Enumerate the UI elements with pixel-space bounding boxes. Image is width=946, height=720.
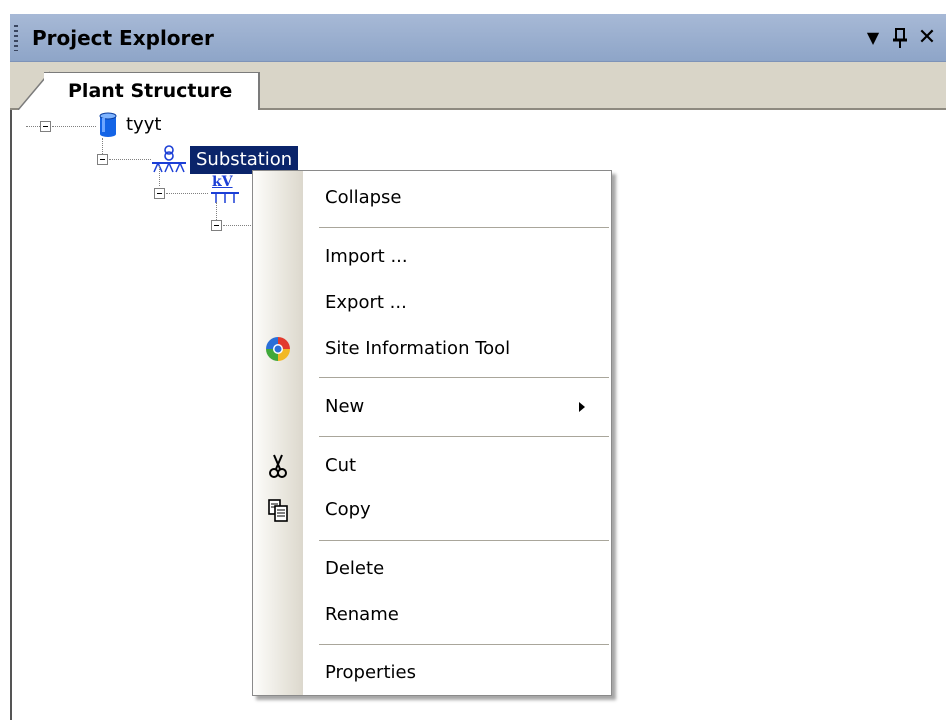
- database-icon: [99, 112, 117, 137]
- menu-item-export[interactable]: Export ...: [253, 282, 611, 324]
- copy-icon: [268, 499, 288, 522]
- submenu-arrow-icon: [579, 402, 585, 412]
- tree-node-root[interactable]: tyyt: [126, 114, 161, 135]
- tree-connector: [52, 126, 96, 127]
- menu-item-delete[interactable]: Delete: [253, 548, 611, 590]
- tree-connector: [109, 159, 151, 160]
- menu-item-collapse[interactable]: Collapse: [253, 177, 611, 219]
- tab-plant-structure[interactable]: Plant Structure: [44, 72, 260, 110]
- panel-title-bar: Project Explorer ▼ ✕: [10, 14, 946, 62]
- substation-icon: [152, 145, 186, 173]
- menu-item-site-information-tool[interactable]: Site Information Tool: [253, 328, 611, 370]
- substation-collapse-toggle[interactable]: [97, 154, 108, 165]
- menu-separator: [319, 540, 609, 541]
- window-position-dropdown-icon[interactable]: ▼: [860, 24, 886, 52]
- voltage-level-icon: kV: [210, 174, 240, 206]
- root-collapse-toggle[interactable]: [40, 121, 51, 132]
- menu-item-new[interactable]: New: [253, 386, 611, 428]
- menu-item-label: Delete: [325, 558, 385, 579]
- scissors-icon: [269, 454, 287, 478]
- tree-connector: [166, 193, 208, 194]
- tree-connector: [102, 138, 103, 154]
- voltage-level-label: kV: [212, 174, 233, 190]
- menu-separator: [319, 436, 609, 437]
- menu-item-label: Collapse: [325, 187, 402, 208]
- menu-item-rename[interactable]: Rename: [253, 594, 611, 636]
- close-icon[interactable]: ✕: [914, 24, 940, 52]
- menu-separator: [319, 644, 609, 645]
- menu-item-label: Properties: [325, 662, 416, 683]
- menu-item-label: Copy: [325, 499, 371, 520]
- tab-strip: Plant Structure: [10, 62, 946, 110]
- menu-item-label: Cut: [325, 455, 357, 476]
- panel-title: Project Explorer: [32, 26, 214, 50]
- menu-item-label: Import ...: [325, 246, 408, 267]
- site-information-icon: [266, 337, 290, 361]
- auto-hide-pin-icon[interactable]: [888, 24, 914, 52]
- menu-item-label: Rename: [325, 604, 399, 625]
- menu-item-import[interactable]: Import ...: [253, 236, 611, 278]
- context-menu: Collapse Import ... Export ... Site Info…: [252, 170, 612, 696]
- menu-separator: [319, 227, 609, 228]
- tree-connector: [216, 202, 217, 220]
- voltage-collapse-toggle[interactable]: [154, 188, 165, 199]
- menu-item-properties[interactable]: Properties: [253, 652, 611, 694]
- menu-item-label: Site Information Tool: [325, 338, 511, 359]
- child-collapse-toggle[interactable]: [211, 220, 222, 231]
- tree-connector: [159, 166, 160, 186]
- tree-connector: [223, 225, 253, 226]
- menu-separator: [319, 377, 609, 378]
- menu-item-label: New: [325, 396, 365, 417]
- menu-item-copy[interactable]: Copy: [253, 489, 611, 531]
- menu-item-cut[interactable]: Cut: [253, 445, 611, 487]
- busbar-icon: [211, 192, 239, 203]
- drag-grip[interactable]: [14, 25, 18, 51]
- menu-item-label: Export ...: [325, 292, 407, 313]
- tree-connector: [26, 126, 40, 127]
